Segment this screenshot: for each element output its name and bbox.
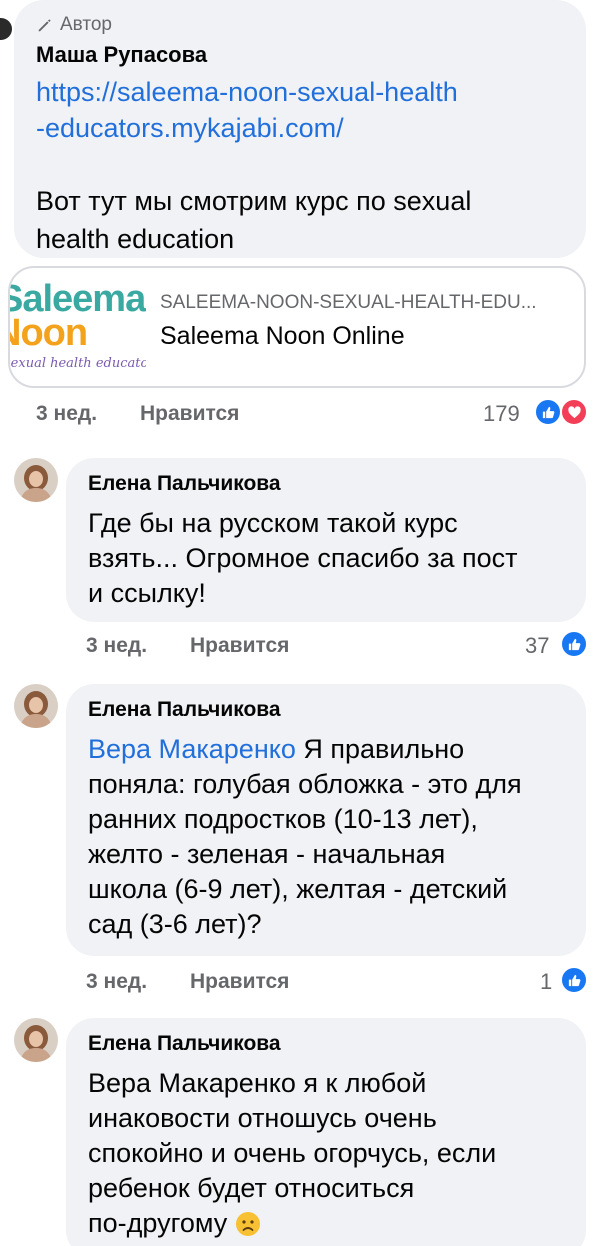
like-button[interactable]: Нравится — [190, 634, 289, 658]
love-reaction-icon — [560, 398, 588, 426]
logo-text-line3: sexual health educators — [10, 356, 146, 371]
reply-text-line: ранних подростков (10-13 лет), — [88, 804, 478, 834]
logo-text-line2: Noon — [10, 312, 88, 354]
reply-text-line: по-другому — [88, 1206, 496, 1241]
reply-text-line: взять... Огромное спасибо за пост — [88, 543, 518, 573]
reply-text-line: сад (3-6 лет)? — [88, 909, 262, 939]
comment-text-line1: Вот тут мы смотрим курс по sexual — [36, 186, 472, 216]
preview-domain: SALEEMA-NOON-SEXUAL-HEALTH-EDU... — [160, 292, 537, 313]
reply-text-line: Где бы на русском такой курс — [88, 508, 458, 538]
reply-text-line: и ссылку! — [88, 578, 206, 608]
pencil-icon — [38, 19, 51, 32]
edge-avatar[interactable] — [0, 18, 12, 40]
reply-author-name[interactable]: Елена Пальчикова — [88, 698, 281, 722]
comment-time[interactable]: 3 нед. — [86, 634, 147, 658]
reply-text-line: школа (6-9 лет), желтая - детский — [88, 874, 508, 904]
reaction-count[interactable]: 1 — [540, 969, 552, 995]
avatar[interactable] — [14, 1018, 58, 1062]
link-preview-card[interactable]: Saleema Noon sexual health educators SAL… — [8, 266, 586, 388]
comment-link[interactable]: https://saleema-noon-sexual-health -educ… — [36, 74, 458, 146]
reply-author-name[interactable]: Елена Пальчикова — [88, 1032, 281, 1056]
reply-text-line: желто - зеленая - начальная — [88, 839, 446, 869]
comment-text-line2: health education — [36, 224, 235, 254]
comment-link-line2[interactable]: -educators.mykajabi.com/ — [36, 110, 458, 146]
reply-text: Вера Макаренко я к любой инаковости отно… — [88, 1066, 496, 1241]
reply-text: Вера Макаренко Я правильно поняла: голуб… — [88, 732, 522, 942]
like-reaction-icon — [560, 630, 588, 658]
reply-text: Где бы на русском такой курс взять... Ог… — [88, 506, 517, 611]
reply-text-line: поняла: голубая обложка - это для — [88, 769, 522, 799]
comment-author-name[interactable]: Маша Рупасова — [36, 42, 207, 68]
author-comment-bubble: Автор Маша Рупасова https://saleema-noon… — [14, 0, 586, 258]
reply-text-segment: по-другому — [88, 1208, 228, 1238]
reply-text-segment: Я правильно — [295, 734, 465, 764]
preview-logo: Saleema Noon sexual health educators — [10, 268, 146, 386]
sad-emoji-icon — [235, 1211, 261, 1237]
reply-text-line: Вера Макаренко Я правильно — [88, 732, 522, 767]
preview-title: Saleema Noon Online — [160, 322, 405, 350]
comment-time[interactable]: 3 нед. — [86, 970, 147, 994]
like-reaction-icon — [534, 398, 562, 426]
author-badge: Автор — [36, 14, 112, 36]
reply-text-line: спокойно и очень огорчусь, если — [88, 1138, 497, 1168]
reaction-count[interactable]: 179 — [483, 401, 520, 427]
comment-time[interactable]: 3 нед. — [36, 402, 97, 426]
like-reaction-icon — [560, 966, 588, 994]
mention-link[interactable]: Вера Макаренко — [88, 734, 296, 764]
like-button[interactable]: Нравится — [190, 970, 289, 994]
comment-link-line1[interactable]: https://saleema-noon-sexual-health — [36, 74, 458, 110]
reply-bubble: Елена Пальчикова Вера Макаренко Я правил… — [66, 684, 586, 956]
reply-text-line: ребенок будет относиться — [88, 1173, 415, 1203]
reply-bubble: Елена Пальчикова Вера Макаренко я к любо… — [66, 1018, 586, 1246]
reply-text-line: Вера Макаренко я к любой — [88, 1068, 427, 1098]
reaction-count[interactable]: 37 — [525, 633, 549, 659]
author-badge-label: Автор — [60, 14, 112, 35]
like-button[interactable]: Нравится — [140, 402, 239, 426]
comment-text: Вот тут мы смотрим курс по sexual health… — [36, 182, 471, 258]
avatar[interactable] — [14, 458, 58, 502]
reply-text-line: инаковости отношусь очень — [88, 1103, 437, 1133]
reply-author-name[interactable]: Елена Пальчикова — [88, 472, 281, 496]
avatar[interactable] — [14, 684, 58, 728]
reply-bubble: Елена Пальчикова Где бы на русском такой… — [66, 458, 586, 622]
